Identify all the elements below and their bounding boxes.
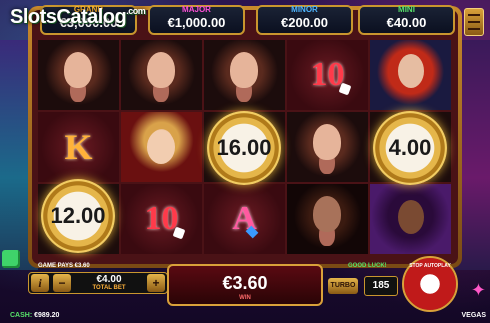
bet-panel: i − €4.00 TOTAL BET + (28, 272, 168, 294)
star-icon: ✦ (470, 280, 486, 300)
dice-icon (2, 250, 20, 268)
win-value: €3.60 (222, 273, 268, 293)
jackpot-major-label: MAJOR (182, 5, 211, 14)
good-luck-text: GOOD LUCK! (348, 263, 387, 269)
symbol-king: K (38, 112, 119, 182)
symbol-ace: A (204, 184, 285, 254)
win-panel: €3.60 WIN (167, 264, 323, 306)
symbol-ten: 10 (287, 40, 368, 110)
watermark-suffix: .com (126, 6, 146, 16)
jackpot-mini-value: €40.00 (386, 15, 427, 30)
cash-label: CASH: (10, 312, 33, 319)
symbol-queen-lady (121, 112, 202, 182)
cash-display: CASH: €989.20 (10, 312, 59, 319)
jackpot-mini-label: MINI (398, 5, 415, 14)
symbol-lady (204, 40, 285, 110)
symbol-dark-hair-lady (287, 184, 368, 254)
symbol-lady (38, 40, 119, 110)
cash-chip-value: 16.00 (216, 135, 272, 160)
stop-autoplay-button[interactable]: STOP AUTOPLAY (402, 256, 458, 312)
cash-chip-value: 4.00 (388, 135, 432, 160)
symbol-purple-lady (370, 184, 451, 254)
stop-autoplay-label: STOP AUTOPLAY (409, 263, 451, 269)
stop-icon (423, 277, 437, 291)
info-button[interactable]: i (31, 274, 49, 292)
jackpot-minor-value: €200.00 (281, 15, 328, 30)
reel-grid: 10 K 10 A 12.00 16.00 4.00 (38, 40, 452, 254)
symbol-red-hair-lady (370, 40, 451, 110)
symbol-lady (287, 112, 368, 182)
watermark-logo: SlotsCatalog.com (10, 6, 146, 29)
win-label: WIN (239, 295, 251, 301)
bet-increase-button[interactable]: + (147, 274, 165, 292)
cash-chip: 12.00 (41, 179, 115, 253)
jackpot-minor: MINOR €200.00 (256, 5, 353, 35)
cash-chip-value: 12.00 (50, 203, 106, 228)
symbol-lady (121, 40, 202, 110)
cash-chip: 16.00 (207, 111, 281, 185)
jackpot-major-value: €1,000.00 (167, 15, 226, 30)
total-bet-label: TOTAL BET (92, 285, 126, 291)
jackpot-minor-label: MINOR (291, 5, 318, 14)
jackpot-major: MAJOR €1,000.00 (148, 5, 245, 35)
menu-button[interactable] (464, 8, 484, 36)
watermark-text: SlotsCatalog (10, 6, 127, 28)
control-bar: GAME PAYS €3.60 GOOD LUCK! i − €4.00 TOT… (28, 256, 462, 312)
game-pays-text: GAME PAYS €3.60 (38, 263, 90, 269)
total-bet-value: €4.00 (96, 274, 122, 285)
cash-value: €989.20 (34, 312, 60, 319)
autoplay-remaining: 185 (364, 276, 398, 296)
jackpot-mini: MINI €40.00 (358, 5, 455, 35)
turbo-button[interactable]: TURBO (328, 278, 358, 294)
brand-label: VEGAS (461, 312, 486, 319)
cash-chip: 4.00 (373, 111, 447, 185)
bet-decrease-button[interactable]: − (53, 274, 71, 292)
symbol-ten: 10 (121, 184, 202, 254)
